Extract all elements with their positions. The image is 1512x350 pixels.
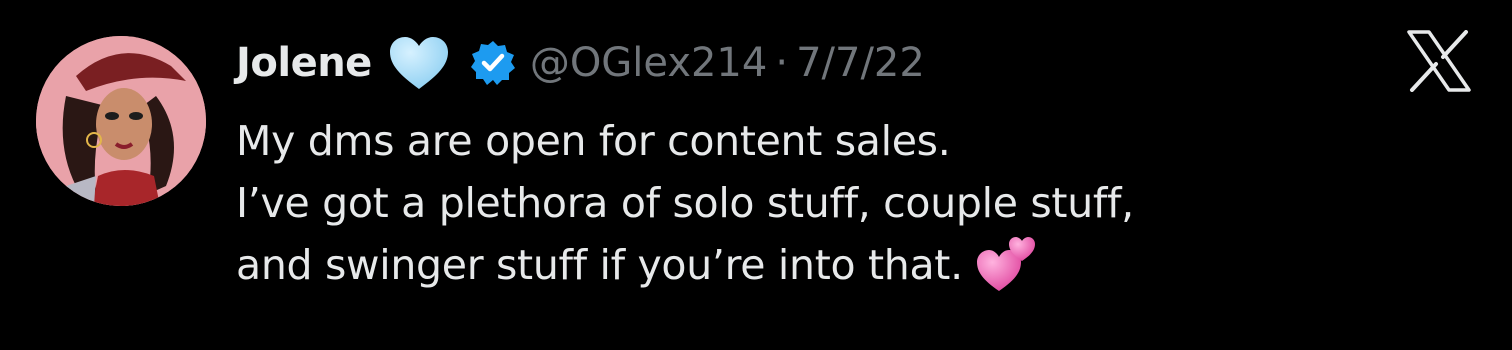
tweet-header: Jolene @OGlex214 · 7/7/22 <box>236 32 925 94</box>
tweet-text-line-2: I’ve got a plethora of solo stuff, coupl… <box>236 179 1134 227</box>
tweet-text-line-3: and swinger stuff if you’re into that. <box>236 234 1456 296</box>
verified-badge-icon <box>470 40 516 86</box>
two-hearts-icon <box>976 235 1035 293</box>
tweet-date[interactable]: 7/7/22 <box>796 40 925 86</box>
avatar-illustration <box>36 36 206 206</box>
tweet-text: My dms are open for content sales. I’ve … <box>236 110 1456 296</box>
tweet-text-line-3-content: and swinger stuff if you’re into that. <box>236 241 963 289</box>
tweet-card: Jolene @OGlex214 · 7/7/22 My dms are ope… <box>0 0 1512 350</box>
avatar[interactable] <box>36 36 206 206</box>
separator-dot: · <box>775 40 789 86</box>
x-logo-icon[interactable] <box>1406 30 1472 92</box>
tweet-text-line-1: My dms are open for content sales. <box>236 117 951 165</box>
light-blue-heart-icon <box>388 35 450 91</box>
user-handle[interactable]: @OGlex214 <box>530 40 768 86</box>
display-name[interactable]: Jolene <box>236 40 372 86</box>
